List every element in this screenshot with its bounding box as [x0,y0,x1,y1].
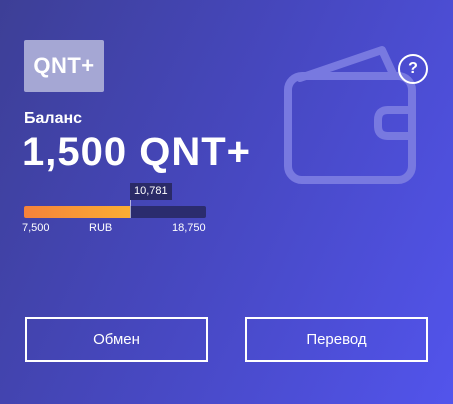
rate-range-marker [130,200,131,218]
rate-range-bar [24,206,206,218]
rate-range-fill [24,206,130,218]
rate-range-unit: RUB [89,222,113,234]
exchange-button[interactable]: Обмен [25,317,208,362]
rate-range-min: 7,500 [22,222,50,234]
balance-label: Баланс [24,110,83,127]
wallet-icon [284,46,416,184]
balance-value: 1,500 QNT+ [22,130,252,174]
balance-card: QNT+ ? Баланс 1,500 QNT+ 10,781 7,500 RU… [0,0,453,404]
logo-badge: QNT+ [24,40,104,92]
rate-current-tooltip: 10,781 [130,183,172,200]
help-button[interactable]: ? [398,54,428,84]
rate-range-max: 18,750 [172,222,206,234]
transfer-button[interactable]: Перевод [245,317,428,362]
